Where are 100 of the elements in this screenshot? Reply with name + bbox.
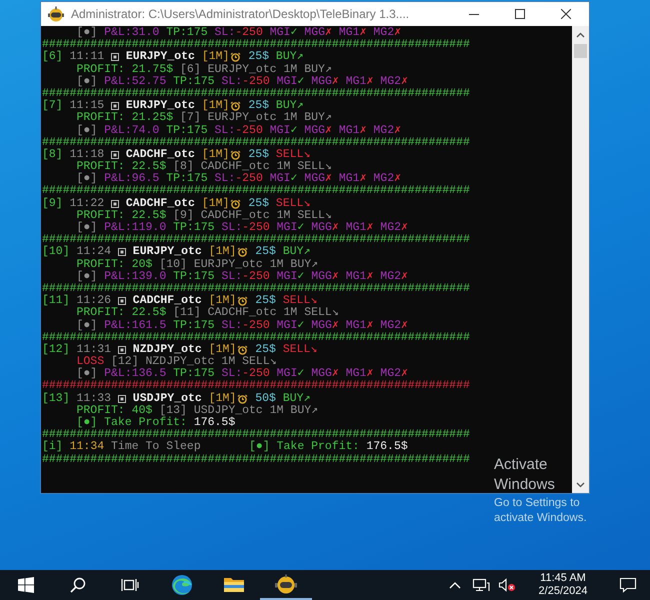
square-icon [111,102,120,110]
robot-icon [274,574,298,594]
separator-text: ############################################################## [42,380,470,392]
notification-icon[interactable] [619,577,637,593]
timeframe: [1M] [202,51,230,64]
maximize-icon[interactable] [515,9,525,19]
separator-text: ############################################################## [42,234,470,246]
alarm-clock-icon [237,344,248,355]
trade-number: [12] [42,344,70,356]
trade-time: 11:15 [70,100,104,112]
trade-summary: [8] CADCHF_otc 1M SELL↘ [173,161,332,174]
status-bullet: [●] [76,124,98,137]
sleep-message: Time To Sleep [111,441,202,454]
separator-text: ############################################################## [42,185,470,198]
square-icon [118,248,126,256]
sleep-time: 11:34 [70,441,104,454]
status-mark: ✗ [366,222,374,234]
martingale-label: MGI [270,124,290,137]
browser-icon[interactable] [171,574,193,596]
trade-signal: SELL↘ [282,295,318,308]
take-profit-value: TP:175 [173,270,215,283]
status-mark: ✗ [360,124,366,137]
trade-summary: [12] NZDJPY_otc 1M SELL↘ [111,356,277,368]
alarm-clock-icon [230,101,242,112]
take-profit-value: TP:175 [173,222,215,234]
alarm-clock-icon [230,150,242,160]
martingale-label: MG2 [380,222,402,234]
martingale-label: MG2 [380,368,402,380]
trade-result: PROFIT: 20$ [76,258,152,271]
stop-loss-label: SL: [221,320,242,332]
trade-amount: 25$ [248,198,270,210]
stop-loss-value: -250 [235,124,263,137]
trade-time: 11:26 [76,295,112,308]
scroll-up-icon[interactable] [576,32,585,38]
martingale-label: MGG [311,222,332,234]
status-bullet: [●] [76,173,98,186]
trade-number: [8] [42,148,63,162]
network-icon[interactable] [472,578,490,592]
scroll-down-icon[interactable] [576,482,585,488]
task-view-icon[interactable] [121,578,139,592]
close-icon[interactable] [561,9,571,19]
martingale-label: MG2 [380,270,402,283]
search-icon[interactable] [70,577,86,593]
trade-number: [9] [42,198,63,210]
profit-loss-value: P&L:139.0 [104,270,166,283]
martingale-label: MGI [270,27,290,39]
timeframe: [1M] [208,246,236,259]
muted-speaker-icon[interactable] [498,578,516,592]
status-mark: ✓ [290,124,298,137]
windows-logo-icon[interactable] [18,577,34,593]
trade-result: PROFIT: 21.25$ [76,112,174,124]
stop-loss-value: -250 [242,76,270,88]
martingale-label: MG1 [346,368,366,380]
martingale-label: MG1 [346,76,366,88]
clock-date[interactable]: 2/25/2024 [538,585,588,598]
take-profit-value: TP:175 [166,124,208,137]
status-mark: ✓ [290,173,298,186]
currency-pair: USDJPY_otc [132,392,202,405]
chevron-up-icon[interactable] [449,581,461,589]
robot-icon [47,6,65,22]
status-mark: ✗ [401,320,408,332]
status-mark: ✗ [325,124,332,137]
stop-loss-label: SL: [221,222,242,234]
scroll-thumb[interactable] [574,44,587,58]
trade-signal: BUY↗ [276,51,304,64]
alarm-clock-icon [237,296,248,306]
profit-loss-value: P&L:136.5 [104,368,166,380]
martingale-label: MGI [276,270,298,283]
trade-number: [10] [42,246,70,259]
alarm-clock-icon [237,394,248,404]
trade-amount: 25$ [248,148,270,161]
currency-pair: EURJPY_otc [126,100,195,112]
status-mark: ✗ [332,320,339,332]
status-bullet: [●] [76,76,98,88]
square-icon [118,394,126,403]
trade-amount: 25$ [255,295,276,308]
currency-pair: CADCHF_otc [132,295,202,308]
status-bullet: [●] [76,417,98,429]
status-mark: ✗ [366,76,374,88]
status-mark: ✗ [394,124,402,137]
martingale-label: MG1 [338,124,360,137]
martingale-label: MGG [311,76,332,88]
trade-summary: [13] USDJPY_otc 1M BUY↗ [159,404,318,417]
separator-text: ############################################################## [42,39,470,52]
stop-loss-label: SL: [214,173,236,186]
trade-summary: [11] CADCHF_otc 1M SELL↘ [173,307,339,320]
status-mark: ✗ [401,222,408,234]
stop-loss-label: SL: [214,27,236,39]
status-mark: ✗ [401,76,408,88]
status-mark: ✓ [290,27,298,39]
scrollbar[interactable] [572,26,589,493]
folder-icon[interactable] [223,576,245,594]
take-profit-value: TP:175 [173,320,215,332]
trade-amount: 25$ [248,100,270,112]
clock-time[interactable]: 11:45 AM [540,572,586,585]
separator-text: ############################################################## [42,88,470,100]
alarm-clock-icon [230,52,242,62]
stop-loss-value: -250 [235,173,263,186]
trade-result: PROFIT: 40$ [76,404,152,417]
status-bullet: [●] [76,270,98,283]
